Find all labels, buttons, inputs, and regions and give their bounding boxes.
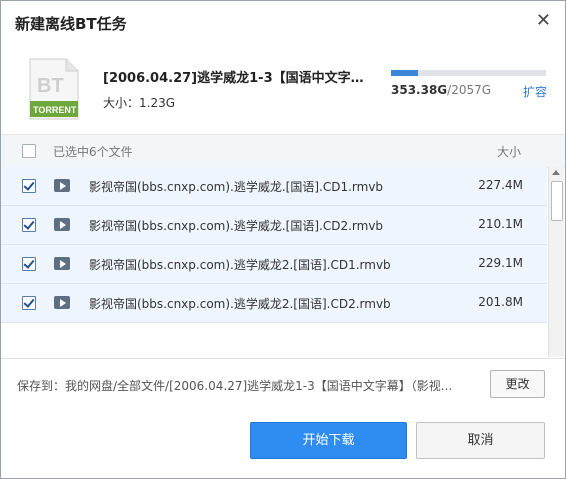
scroll-up-icon[interactable] xyxy=(552,170,560,175)
torrent-badge-top: BT xyxy=(37,75,64,97)
video-file-icon xyxy=(54,257,70,270)
save-to-label: 保存到： xyxy=(17,379,66,393)
torrent-info: BT TORRENT [2006.04.27]逃学威龙1-3【国语中文字幕...… xyxy=(1,45,565,133)
file-name: 影视帝国(bbs.cnxp.com).逃学威龙.[国语].CD1.rmvb xyxy=(89,180,384,194)
select-all-checkbox[interactable] xyxy=(22,144,36,158)
file-list-scrollbar[interactable] xyxy=(548,167,564,357)
dialog-footer: 开始下载 取消 xyxy=(1,411,565,478)
storage-used: 353.38G xyxy=(391,83,448,97)
bt-torrent-file-icon: BT TORRENT xyxy=(29,58,79,120)
storage-progress-bar xyxy=(391,70,546,76)
file-checkbox[interactable] xyxy=(22,296,36,310)
file-size: 210.1M xyxy=(478,217,523,231)
expand-storage-link[interactable]: 扩容 xyxy=(523,83,547,100)
file-name: 影视帝国(bbs.cnxp.com).逃学威龙2.[国语].CD2.rmvb xyxy=(89,297,391,311)
video-file-icon xyxy=(54,179,70,192)
file-list: 影视帝国(bbs.cnxp.com).逃学威龙.[国语].CD1.rmvb 22… xyxy=(1,167,547,357)
file-size: 229.1M xyxy=(478,256,523,270)
file-row[interactable]: 影视帝国(bbs.cnxp.com).逃学威龙.[国语].CD2.rmvb 21… xyxy=(1,206,547,245)
cancel-button[interactable]: 取消 xyxy=(416,422,545,459)
file-checkbox[interactable] xyxy=(22,218,36,232)
selected-count-label: 已选中6个文件 xyxy=(53,145,133,159)
torrent-name: [2006.04.27]逃学威龙1-3【国语中文字幕... xyxy=(103,71,365,86)
start-download-button[interactable]: 开始下载 xyxy=(250,422,407,459)
video-file-icon xyxy=(54,218,70,231)
file-list-header: 已选中6个文件 大小 xyxy=(1,134,565,168)
scrollbar-thumb[interactable] xyxy=(551,181,563,221)
file-row[interactable]: 影视帝国(bbs.cnxp.com).逃学威龙.[国语].CD1.rmvb 22… xyxy=(1,167,547,206)
new-bt-task-dialog: 新建离线BT任务 ✕ BT TORRENT [2006.04.27]逃学威龙1-… xyxy=(0,0,566,479)
torrent-badge-bottom: TORRENT xyxy=(33,105,77,115)
file-row[interactable]: 影视帝国(bbs.cnxp.com).逃学威龙2.[国语].CD1.rmvb 2… xyxy=(1,245,547,284)
size-column-header: 大小 xyxy=(496,145,521,159)
file-size: 201.8M xyxy=(478,295,523,309)
file-size: 227.4M xyxy=(478,178,523,192)
dialog-title: 新建离线BT任务 xyxy=(15,15,127,33)
storage-progress-fill xyxy=(391,70,418,76)
video-file-icon xyxy=(54,296,70,309)
file-row[interactable]: 影视帝国(bbs.cnxp.com).逃学威龙2.[国语].CD2.rmvb 2… xyxy=(1,284,547,323)
storage-total: /2057G xyxy=(447,83,492,97)
save-path: 我的网盘/全部文件/[2006.04.27]逃学威龙1-3【国语中文字幕】（影视… xyxy=(65,379,453,393)
file-name: 影视帝国(bbs.cnxp.com).逃学威龙2.[国语].CD1.rmvb xyxy=(89,258,391,272)
file-name: 影视帝国(bbs.cnxp.com).逃学威龙.[国语].CD2.rmvb xyxy=(89,219,384,233)
title-bar: 新建离线BT任务 ✕ xyxy=(1,1,565,46)
change-path-button[interactable]: 更改 xyxy=(490,370,545,398)
storage-usage: 353.38G/2057G xyxy=(391,83,491,97)
file-checkbox[interactable] xyxy=(22,257,36,271)
close-icon[interactable]: ✕ xyxy=(536,11,551,31)
torrent-size: 大小：1.23G xyxy=(103,96,176,110)
file-checkbox[interactable] xyxy=(22,179,36,193)
save-location-bar: 保存到： 我的网盘/全部文件/[2006.04.27]逃学威龙1-3【国语中文字… xyxy=(1,358,565,411)
